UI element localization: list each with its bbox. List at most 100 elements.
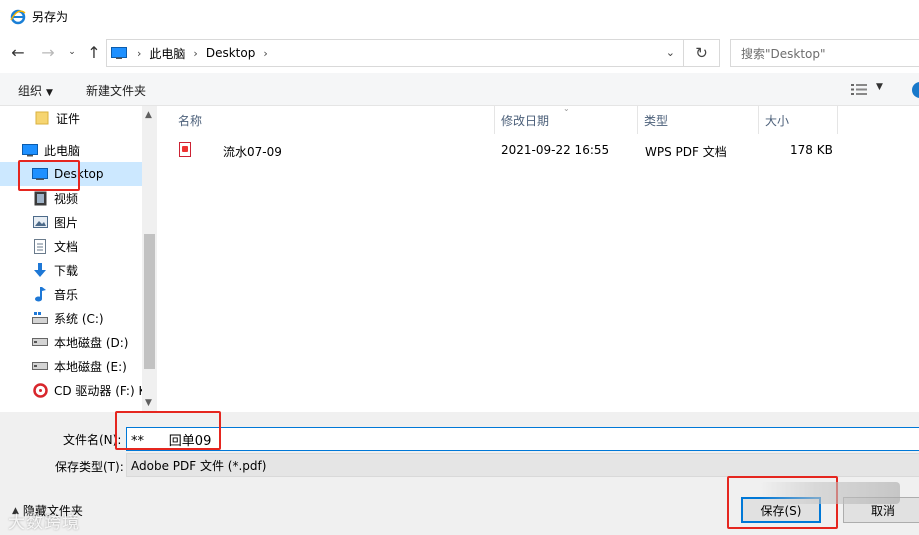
back-button[interactable]: ← (8, 42, 28, 62)
recent-locations-button[interactable]: ⌄ (62, 42, 82, 62)
save-label: 保存(S) (760, 503, 802, 518)
nav-item-label: 本地磁盘 (D:) (54, 335, 129, 350)
column-label: 类型 (644, 113, 669, 128)
search-input[interactable]: 搜索"Desktop" (730, 39, 919, 67)
nav-item-label: 音乐 (54, 287, 79, 302)
organize-label: 组织 (18, 84, 43, 98)
new-folder-label: 新建文件夹 (86, 84, 147, 98)
file-list: 名称 ⌄ 修改日期 类型 大小 流水07-09 2021-09-22 16:55… (157, 104, 919, 412)
column-divider[interactable] (837, 106, 838, 134)
filetype-select[interactable]: Adobe PDF 文件 (*.pdf) (126, 453, 919, 477)
filename-value: ** 回单09 (131, 433, 212, 449)
pc-icon (22, 142, 38, 158)
title-bar: 另存为 (0, 0, 919, 33)
column-label: 修改日期 (501, 113, 550, 128)
address-row: ← → ⌄ ↑ › 此电脑 › Desktop › ⌄ ↻ 搜索"Desktop… (0, 33, 919, 73)
view-options-caret-icon[interactable]: ▼ (876, 82, 883, 92)
nav-item-documents[interactable]: 文档 (0, 234, 142, 258)
chevron-right-icon: › (193, 46, 198, 60)
ie-icon (10, 9, 26, 24)
nav-item-label: 证件 (56, 111, 81, 126)
watermark-text: 大数跨境 (8, 513, 80, 533)
address-dropdown-icon[interactable]: ⌄ (666, 46, 675, 59)
nav-item-label: 下载 (54, 263, 79, 278)
navigation-pane: 证件 此电脑 Desktop 视频 图片 文档 下载 音乐 系统 (C:) 本地… (0, 106, 157, 412)
arrow-right-icon: → (41, 42, 55, 62)
scrollbar-thumb[interactable] (144, 234, 155, 369)
column-divider[interactable] (758, 106, 759, 134)
nav-item-cd-drive[interactable]: CD 驱动器 (F:) K (0, 378, 146, 402)
scroll-up-icon[interactable]: ▲ (145, 110, 152, 120)
window-title: 另存为 (32, 10, 69, 24)
nav-item-drive-d[interactable]: 本地磁盘 (D:) (0, 330, 142, 354)
scroll-down-icon[interactable]: ▼ (145, 398, 152, 408)
chevron-right-icon: › (263, 46, 268, 60)
nav-item-desktop[interactable]: Desktop (0, 162, 142, 186)
document-icon (32, 238, 48, 254)
nav-item-label: 系统 (C:) (54, 311, 104, 326)
toolbar: 组织 ▼ 新建文件夹 ▼ (0, 73, 919, 106)
address-bar[interactable]: › 此电脑 › Desktop › ⌄ (106, 39, 684, 67)
help-icon[interactable] (912, 82, 919, 98)
column-label: 大小 (765, 113, 790, 128)
nav-item-music[interactable]: 音乐 (0, 282, 142, 306)
nav-item-this-pc[interactable]: 此电脑 (0, 138, 142, 162)
nav-item-label: Desktop (54, 167, 104, 181)
drive-icon (32, 358, 48, 374)
organize-button[interactable]: 组织 ▼ (18, 82, 53, 99)
column-divider[interactable] (494, 106, 495, 134)
sort-caret-icon: ⌄ (563, 104, 570, 113)
filetype-label: 保存类型(T): (55, 460, 124, 474)
column-header-name[interactable]: 名称 (178, 106, 202, 134)
refresh-button[interactable]: ↻ (684, 39, 720, 67)
nav-item-drive-e[interactable]: 本地磁盘 (E:) (0, 354, 142, 378)
nav-item-label: 本地磁盘 (E:) (54, 359, 127, 374)
column-divider[interactable] (637, 106, 638, 134)
pdf-icon (179, 142, 191, 157)
music-icon (32, 286, 48, 302)
folder-icon (34, 110, 50, 126)
desktop-icon (32, 166, 48, 182)
cancel-label: 取消 (870, 503, 895, 518)
column-header-date[interactable]: 修改日期 (501, 106, 549, 134)
nav-item-downloads[interactable]: 下载 (0, 258, 142, 282)
forward-button[interactable]: → (38, 42, 58, 62)
new-folder-button[interactable]: 新建文件夹 (86, 82, 146, 99)
file-name: 流水07-09 (223, 145, 282, 159)
filename-input[interactable]: ** 回单09 (126, 427, 919, 451)
arrow-up-icon: ↑ (87, 42, 101, 62)
column-label: 名称 (178, 113, 203, 128)
filetype-value: Adobe PDF 文件 (*.pdf) (131, 458, 267, 473)
pc-icon (111, 47, 127, 59)
nav-item-label: 视频 (54, 191, 79, 206)
nav-item-label: 图片 (54, 215, 79, 230)
view-details-icon[interactable] (851, 84, 867, 95)
video-icon (32, 190, 48, 206)
nav-item-pictures[interactable]: 图片 (0, 210, 142, 234)
file-type: WPS PDF 文档 (645, 145, 727, 159)
nav-scrollbar[interactable]: ▲ ▼ (142, 106, 157, 412)
nav-item-label: CD 驱动器 (F:) K (54, 383, 147, 398)
refresh-icon: ↻ (695, 44, 708, 62)
file-size: 178 KB (790, 143, 833, 157)
arrow-left-icon: ← (11, 42, 25, 62)
nav-item-videos[interactable]: 视频 (0, 186, 142, 210)
caret-down-icon: ▼ (46, 88, 53, 98)
nav-item-drive-c[interactable]: 系统 (C:) (0, 306, 142, 330)
nav-item-certificates[interactable]: 证件 (0, 106, 142, 130)
nav-item-label: 文档 (54, 239, 79, 254)
picture-icon (32, 214, 48, 230)
chevron-right-icon: › (137, 46, 142, 60)
column-header-type[interactable]: 类型 (644, 106, 668, 134)
cd-drive-icon (32, 382, 48, 398)
breadcrumb-desktop[interactable]: Desktop (206, 46, 256, 60)
blurred-watermark (760, 482, 900, 504)
system-drive-icon (32, 310, 48, 326)
column-header-size[interactable]: 大小 (765, 106, 789, 134)
download-icon (32, 262, 48, 278)
file-date: 2021-09-22 16:55 (501, 143, 610, 157)
up-button[interactable]: ↑ (84, 42, 104, 62)
breadcrumb-this-pc[interactable]: 此电脑 (149, 45, 185, 62)
nav-item-label: 此电脑 (44, 143, 81, 158)
table-row[interactable]: 流水07-09 2021-09-22 16:55 WPS PDF 文档 178 … (157, 138, 919, 162)
